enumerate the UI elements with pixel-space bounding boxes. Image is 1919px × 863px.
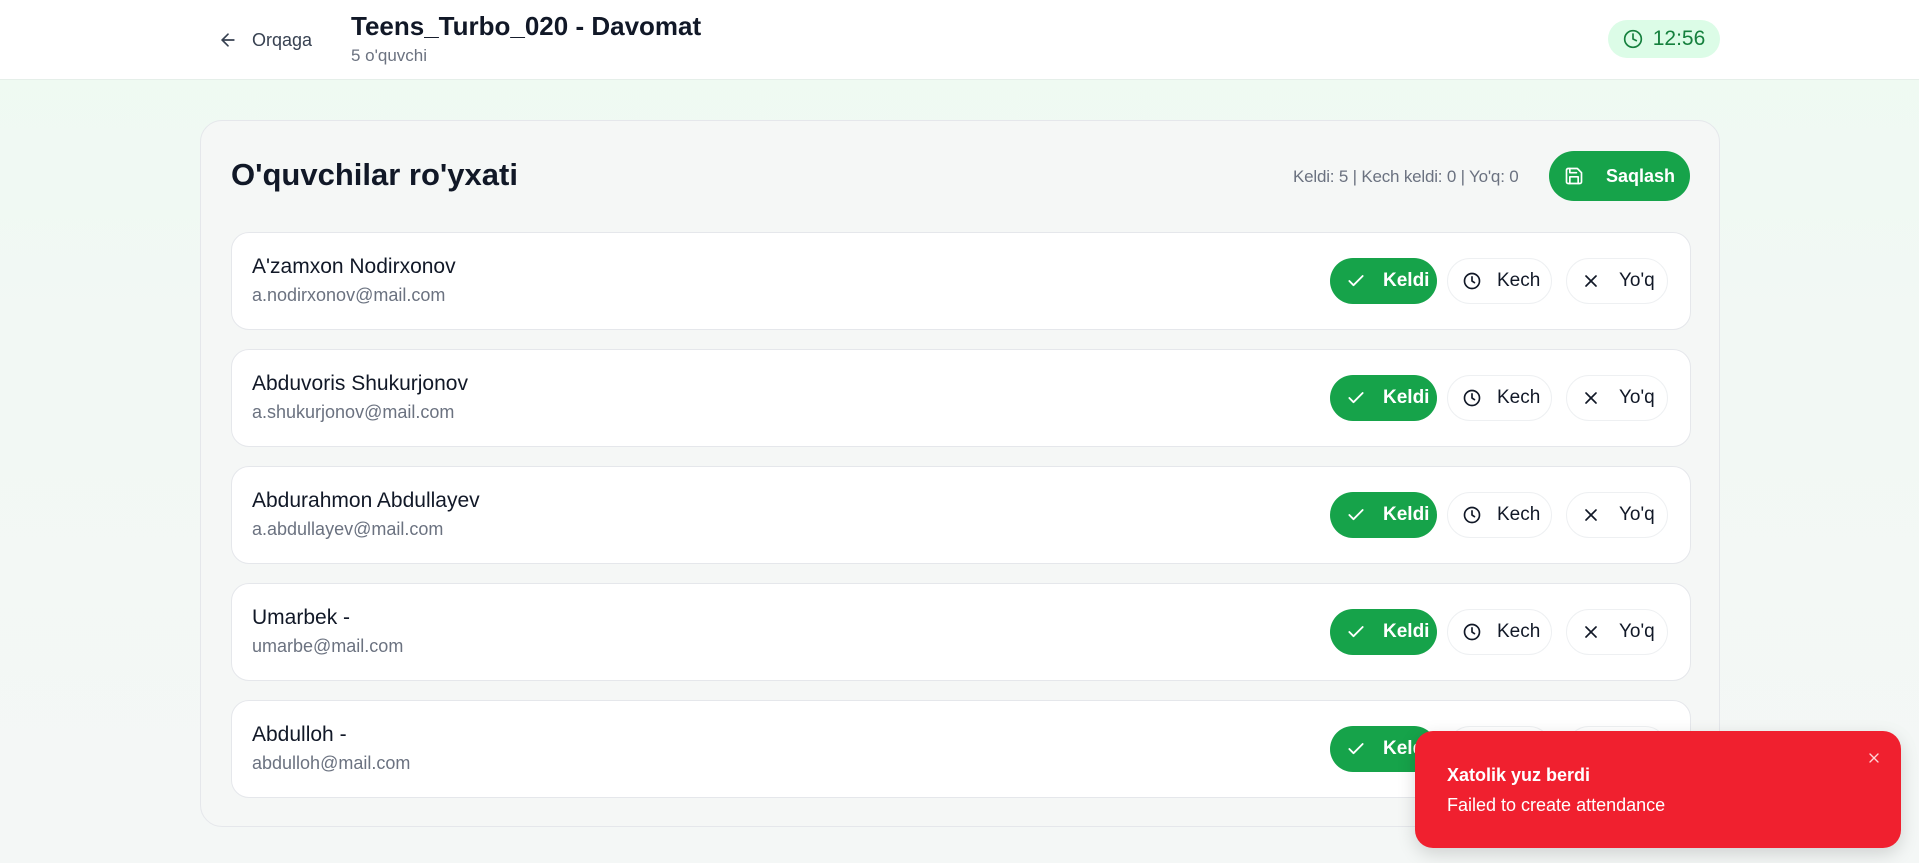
late-button[interactable]: Kech	[1447, 492, 1552, 538]
student-email: a.abdullayev@mail.com	[252, 519, 444, 539]
student-row: Abdurahmon Abdullayev a.abdullayev@mail.…	[231, 466, 1691, 564]
student-name: Abdulloh -	[252, 723, 347, 746]
students-card: O'quvchilar ro'yxati Keldi: 5 | Kech kel…	[200, 120, 1720, 827]
back-label: Orqaga	[252, 29, 313, 50]
check-icon	[1346, 271, 1366, 291]
clock-badge: 12:56	[1608, 20, 1720, 58]
absent-button[interactable]: Yo'q	[1566, 609, 1668, 655]
check-icon	[1346, 505, 1366, 525]
late-button[interactable]: Kech	[1447, 375, 1552, 421]
title-block: Teens_Turbo_020 - Davomat 5 o'quvchi	[351, 10, 701, 66]
back-button[interactable]: Orqaga	[210, 22, 320, 58]
x-icon	[1581, 505, 1601, 525]
page-subtitle: 5 o'quvchi	[351, 46, 428, 65]
toast-message: Failed to create attendance	[1447, 795, 1666, 815]
card-title: O'quvchilar ro'yxati	[231, 157, 518, 192]
close-icon[interactable]	[1863, 747, 1885, 769]
toast-title: Xatolik yuz berdi	[1447, 765, 1591, 785]
absent-label: Yo'q	[1619, 270, 1655, 291]
present-label: Keldi	[1383, 504, 1430, 525]
arrow-left-icon	[218, 30, 238, 50]
present-button[interactable]: Keldi	[1330, 258, 1437, 304]
student-row: Umarbek - umarbe@mail.com Keldi Kech Yo'…	[231, 583, 1691, 681]
student-email: abdulloh@mail.com	[252, 753, 411, 773]
check-icon	[1346, 388, 1366, 408]
check-icon	[1346, 622, 1366, 642]
late-label: Kech	[1497, 387, 1541, 408]
absent-button[interactable]: Yo'q	[1566, 258, 1668, 304]
absent-label: Yo'q	[1619, 504, 1655, 525]
clock-icon	[1623, 29, 1643, 49]
clock-icon	[1462, 622, 1482, 642]
save-label: Saqlash	[1605, 165, 1676, 186]
student-name: A'zamxon Nodirxonov	[252, 255, 456, 278]
student-email: a.nodirxonov@mail.com	[252, 285, 446, 305]
present-button[interactable]: Keldi	[1330, 609, 1437, 655]
absent-label: Yo'q	[1619, 621, 1655, 642]
late-button[interactable]: Kech	[1447, 258, 1552, 304]
x-icon	[1581, 271, 1601, 291]
absent-button[interactable]: Yo'q	[1566, 375, 1668, 421]
late-button[interactable]: Kech	[1447, 609, 1552, 655]
clock-time: 12:56	[1652, 27, 1706, 50]
late-label: Kech	[1497, 621, 1541, 642]
page-title: Teens_Turbo_020 - Davomat	[351, 11, 702, 41]
present-button[interactable]: Keldi	[1330, 492, 1437, 538]
late-label: Kech	[1497, 504, 1541, 525]
save-icon	[1564, 166, 1584, 186]
clock-icon	[1462, 388, 1482, 408]
student-row: A'zamxon Nodirxonov a.nodirxonov@mail.co…	[231, 232, 1691, 330]
student-list: A'zamxon Nodirxonov a.nodirxonov@mail.co…	[231, 232, 1691, 817]
absent-button[interactable]: Yo'q	[1566, 492, 1668, 538]
attendance-stats: Keldi: 5 | Kech keldi: 0 | Yo'q: 0	[1293, 167, 1519, 186]
top-header: Orqaga Teens_Turbo_020 - Davomat 5 o'quv…	[0, 0, 1919, 80]
save-button[interactable]: Saqlash	[1549, 151, 1690, 201]
clock-icon	[1462, 505, 1482, 525]
x-icon	[1581, 388, 1601, 408]
student-name: Abduvoris Shukurjonov	[252, 372, 468, 395]
error-toast: Xatolik yuz berdi Failed to create atten…	[1415, 731, 1901, 848]
student-email: a.shukurjonov@mail.com	[252, 402, 455, 422]
present-label: Keldi	[1383, 621, 1430, 642]
clock-icon	[1462, 271, 1482, 291]
student-name: Abdurahmon Abdullayev	[252, 489, 480, 512]
check-icon	[1346, 739, 1366, 759]
student-row: Abduvoris Shukurjonov a.shukurjonov@mail…	[231, 349, 1691, 447]
student-name: Umarbek -	[252, 606, 351, 629]
student-email: umarbe@mail.com	[252, 636, 404, 656]
late-label: Kech	[1497, 270, 1541, 291]
present-label: Keldi	[1383, 387, 1430, 408]
absent-label: Yo'q	[1619, 387, 1655, 408]
present-label: Keldi	[1383, 270, 1430, 291]
present-button[interactable]: Keldi	[1330, 375, 1437, 421]
x-icon	[1581, 622, 1601, 642]
